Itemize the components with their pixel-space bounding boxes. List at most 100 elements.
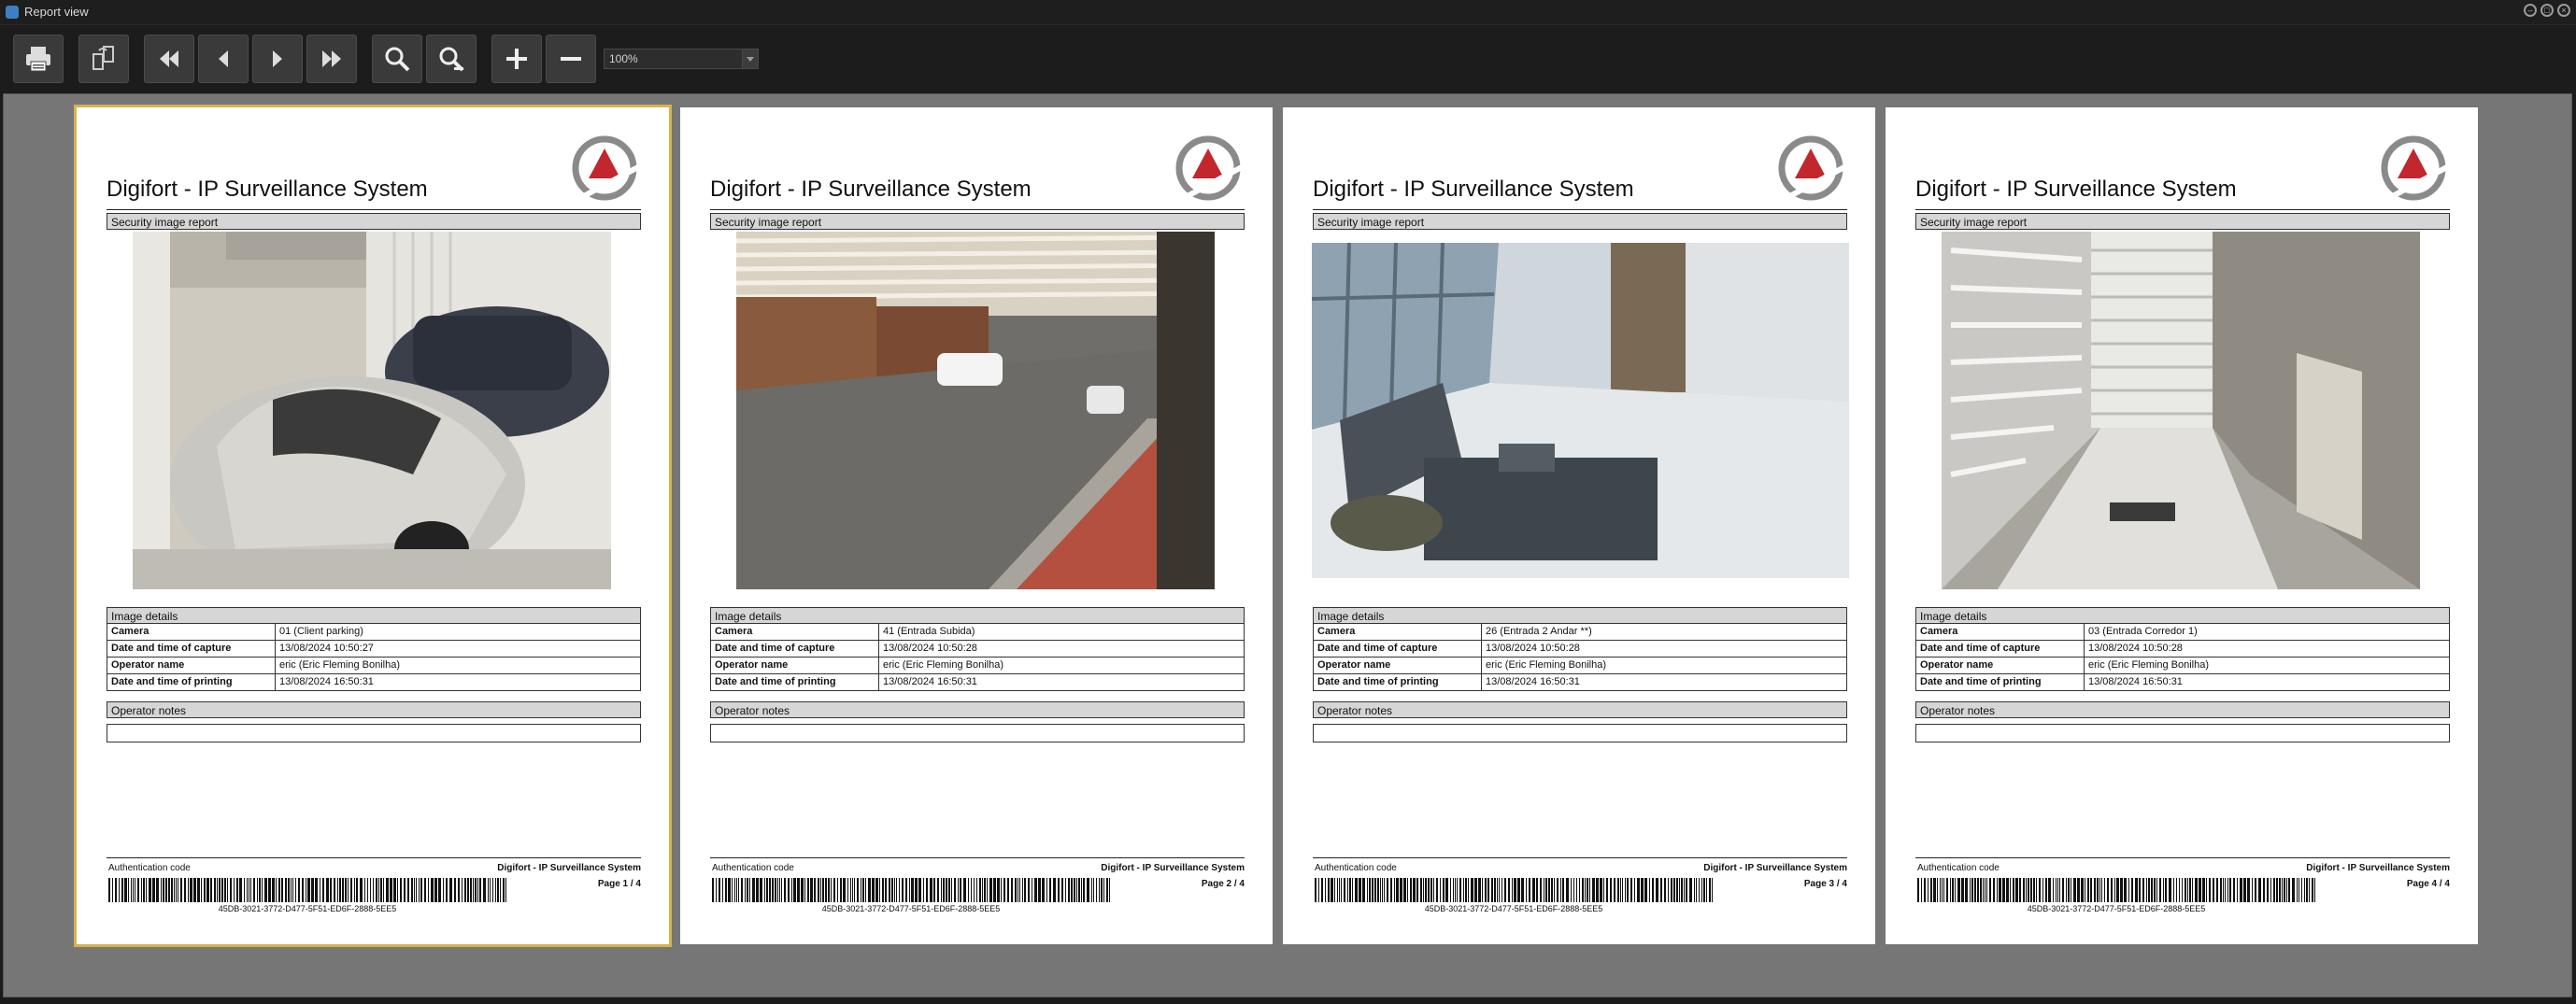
page-number: Page 3 / 4 xyxy=(1803,879,1847,889)
operator-notes-box xyxy=(107,724,641,742)
operator-notes-box xyxy=(710,724,1245,742)
zoom-out-button[interactable] xyxy=(426,35,477,83)
close-button[interactable]: × xyxy=(2557,4,2570,17)
table-row: Camera 01 (Client parking) xyxy=(107,623,640,640)
digifort-logo-icon xyxy=(1175,135,1241,201)
camera-image xyxy=(736,232,1215,589)
report-page-2[interactable]: Digifort - IP Surveillance System Securi… xyxy=(680,107,1273,944)
minimize-button[interactable]: – xyxy=(2524,4,2537,17)
table-row: Date and time of capture 13/08/2024 10:50… xyxy=(107,640,640,657)
divider xyxy=(1915,209,2450,210)
footer-system-name: Digifort - IP Surveillance System xyxy=(497,863,641,873)
operator-notes-header: Operator notes xyxy=(107,701,641,718)
table-row: Date and time of printing 13/08/2024 16:5… xyxy=(107,673,640,690)
report-title: Digifort - IP Surveillance System xyxy=(107,177,428,202)
zoom-value: 100% xyxy=(609,52,638,65)
report-title: Digifort - IP Surveillance System xyxy=(1313,177,1634,202)
page-number: Page 1 / 4 xyxy=(597,879,641,889)
auth-code: 45DB-3021-3772-D477-5F51-ED6F-2888-5EE5 xyxy=(821,904,1001,913)
next-page-button[interactable] xyxy=(252,35,303,83)
remove-button[interactable] xyxy=(546,35,596,83)
footer-system-name: Digifort - IP Surveillance System xyxy=(1703,863,1847,873)
image-details-table: Camera 01 (Client parking) Date and time … xyxy=(107,623,641,691)
section-header: Security image report xyxy=(107,213,641,230)
auth-code: 45DB-3021-3772-D477-5F51-ED6F-2888-5EE5 xyxy=(2027,904,2206,913)
barcode xyxy=(712,878,1110,902)
auth-label: Authentication code xyxy=(1917,863,2000,873)
report-page-3[interactable]: Digifort - IP Surveillance System Securi… xyxy=(1283,107,1875,944)
digifort-logo-icon xyxy=(572,135,637,201)
operator-notes-header: Operator notes xyxy=(1915,701,2450,718)
skip-last-icon xyxy=(322,50,341,67)
zoom-select[interactable]: 100% xyxy=(604,49,759,69)
table-row: Date and time of printing 13/08/2024 16:5… xyxy=(1314,673,1846,690)
image-details-header: Image details xyxy=(1915,607,2450,624)
table-row: Date and time of capture 13/08/2024 10:50… xyxy=(1314,640,1846,657)
digifort-logo-icon xyxy=(2381,135,2446,201)
prev-page-button[interactable] xyxy=(198,35,249,83)
report-title: Digifort - IP Surveillance System xyxy=(710,177,1032,202)
zoom-in-button[interactable] xyxy=(372,35,422,83)
section-header: Security image report xyxy=(1915,213,2450,230)
page-number: Page 4 / 4 xyxy=(2406,879,2450,889)
divider xyxy=(710,857,1245,858)
minus-icon xyxy=(561,57,581,61)
table-row: Date and time of capture 13/08/2024 10:50… xyxy=(1916,640,2449,657)
report-page-1[interactable]: Digifort - IP Surveillance System Securi… xyxy=(74,105,672,947)
chevron-down-icon[interactable] xyxy=(742,49,758,68)
window-title: Report view xyxy=(24,5,89,19)
first-page-button[interactable] xyxy=(144,35,194,83)
app-icon xyxy=(6,6,19,19)
image-details-table: Camera 26 (Entrada 2 Andar **) Date and t… xyxy=(1313,623,1847,691)
report-page-4[interactable]: Digifort - IP Surveillance System Securi… xyxy=(1886,107,2478,944)
plus-icon xyxy=(506,49,527,69)
printer-icon xyxy=(26,47,50,72)
report-viewport[interactable]: Digifort - IP Surveillance System Securi… xyxy=(3,93,2572,997)
title-bar: Report view – □ × xyxy=(0,0,2576,25)
image-details-header: Image details xyxy=(710,607,1245,624)
report-title: Digifort - IP Surveillance System xyxy=(1915,177,2237,202)
magnifier-plus-icon xyxy=(385,47,410,72)
prev-icon xyxy=(219,50,228,67)
divider xyxy=(107,857,641,858)
table-row: Camera 26 (Entrada 2 Andar **) xyxy=(1314,623,1846,640)
barcode xyxy=(108,878,506,902)
print-button[interactable] xyxy=(13,35,64,83)
auth-label: Authentication code xyxy=(108,863,191,873)
image-details-header: Image details xyxy=(107,607,641,624)
divider xyxy=(1313,857,1847,858)
next-icon xyxy=(273,50,282,67)
barcode xyxy=(1917,878,2315,902)
page-setup-icon xyxy=(93,46,114,70)
add-button[interactable] xyxy=(491,35,542,83)
auth-code: 45DB-3021-3772-D477-5F51-ED6F-2888-5EE5 xyxy=(218,904,397,913)
last-page-button[interactable] xyxy=(306,35,357,83)
table-row: Date and time of printing 13/08/2024 16:5… xyxy=(1916,673,2449,690)
maximize-button[interactable]: □ xyxy=(2540,4,2554,17)
operator-notes-header: Operator notes xyxy=(710,701,1245,718)
operator-notes-box xyxy=(1915,724,2450,742)
auth-label: Authentication code xyxy=(712,863,794,873)
page-number: Page 2 / 4 xyxy=(1201,879,1245,889)
operator-notes-box xyxy=(1313,724,1847,742)
table-row: Camera 03 (Entrada Corredor 1) xyxy=(1916,623,2449,640)
table-row: Operator name eric (Eric Fleming Bonilha) xyxy=(107,657,640,673)
auth-label: Authentication code xyxy=(1315,863,1397,873)
table-row: Operator name eric (Eric Fleming Bonilha) xyxy=(1916,657,2449,673)
auth-code: 45DB-3021-3772-D477-5F51-ED6F-2888-5EE5 xyxy=(1424,904,1603,913)
table-row: Date and time of printing 13/08/2024 16:5… xyxy=(711,673,1244,690)
section-header: Security image report xyxy=(710,213,1245,230)
table-row: Operator name eric (Eric Fleming Bonilha) xyxy=(711,657,1244,673)
operator-notes-header: Operator notes xyxy=(1313,701,1847,718)
footer-system-name: Digifort - IP Surveillance System xyxy=(1101,863,1245,873)
table-row: Operator name eric (Eric Fleming Bonilha) xyxy=(1314,657,1846,673)
divider xyxy=(1915,857,2450,858)
divider xyxy=(1313,209,1847,210)
toolbar: 100% xyxy=(0,25,2576,92)
camera-image xyxy=(1942,232,2420,589)
page-setup-button[interactable] xyxy=(78,35,129,83)
table-row: Date and time of capture 13/08/2024 10:50… xyxy=(711,640,1244,657)
image-details-table: Camera 41 (Entrada Subida) Date and time … xyxy=(710,623,1245,691)
image-details-header: Image details xyxy=(1313,607,1847,624)
camera-image xyxy=(133,232,611,589)
